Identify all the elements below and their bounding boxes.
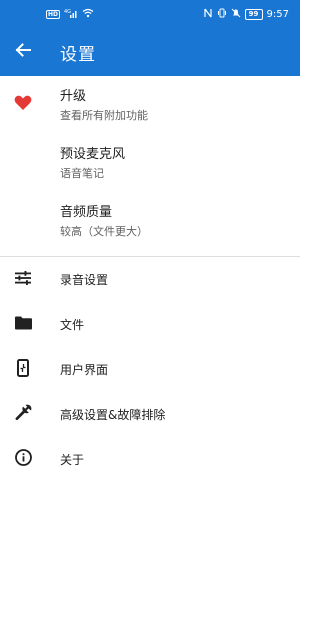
item-title: 用户界面: [60, 362, 109, 377]
icon-slot: [0, 302, 46, 347]
files-item[interactable]: 文件: [0, 302, 300, 347]
back-button[interactable]: [0, 28, 46, 76]
advanced-settings-item[interactable]: 高级设置&故障排除: [0, 392, 300, 437]
svg-text:4G: 4G: [64, 9, 71, 15]
vibrate-icon: [217, 8, 227, 21]
status-left: HD 4G: [46, 8, 94, 21]
item-subtitle: 语音笔记: [60, 166, 104, 180]
info-icon: [14, 449, 32, 470]
icon-slot: [0, 76, 46, 134]
heart-icon: [14, 95, 32, 115]
icon-slot: [0, 257, 46, 302]
hd-badge: HD: [46, 9, 61, 19]
phone-icon: [17, 358, 29, 381]
icon-slot: [0, 347, 46, 392]
preset-mic-texts: 预设麦克风 语音笔记: [60, 146, 125, 181]
item-title: 预设麦克风: [60, 146, 126, 162]
preset-mic-item[interactable]: 预设麦克风 语音笔记: [0, 134, 300, 192]
status-bar: HD 4G 99 9:57: [0, 0, 300, 28]
item-title: 音频质量: [60, 204, 113, 220]
menu-list: 录音设置 文件 用户界面 高级设置&故障排除 关于: [0, 257, 300, 482]
icon-slot: [0, 392, 46, 437]
upgrade-texts: 升级 查看所有附加功能: [60, 88, 148, 123]
audio-quality-item[interactable]: 音频质量 较高（文件更大）: [0, 192, 300, 250]
audio-quality-texts: 音频质量 较高（文件更大）: [60, 204, 148, 239]
item-subtitle: 查看所有附加功能: [60, 108, 148, 122]
tune-icon: [15, 270, 31, 289]
folder-icon: [14, 315, 32, 334]
app-bar: 设置: [0, 28, 300, 76]
clock: 9:57: [266, 8, 289, 20]
about-item[interactable]: 关于: [0, 437, 300, 482]
item-title: 高级设置&故障排除: [60, 407, 166, 422]
item-title: 录音设置: [60, 272, 109, 287]
item-title: 关于: [60, 452, 85, 467]
status-right: 99 9:57: [203, 8, 289, 21]
settings-screen: HD 4G 99 9:57 设置 升级 查看所有附加功能 预设麦克风 语音笔记 …: [0, 0, 300, 641]
icon-slot: [0, 437, 46, 482]
wrench-icon: [14, 404, 32, 425]
recording-settings-item[interactable]: 录音设置: [0, 257, 300, 302]
item-title: 升级: [60, 88, 87, 104]
top-settings-list: 升级 查看所有附加功能 预设麦克风 语音笔记 音频质量 较高（文件更大）: [0, 76, 300, 250]
nfc-icon: [203, 8, 213, 21]
item-subtitle: 较高（文件更大）: [60, 224, 148, 238]
mute-bell-icon: [231, 8, 241, 21]
upgrade-item[interactable]: 升级 查看所有附加功能: [0, 76, 300, 134]
page-title: 设置: [60, 44, 96, 65]
arrow-back-icon: [15, 42, 31, 62]
signal-icon: 4G: [64, 8, 78, 21]
icon-slot-empty: [0, 134, 46, 192]
item-title: 文件: [60, 317, 85, 332]
wifi-icon: [82, 8, 94, 21]
battery-indicator: 99: [244, 8, 263, 20]
user-interface-item[interactable]: 用户界面: [0, 347, 300, 392]
icon-slot-empty: [0, 192, 46, 250]
